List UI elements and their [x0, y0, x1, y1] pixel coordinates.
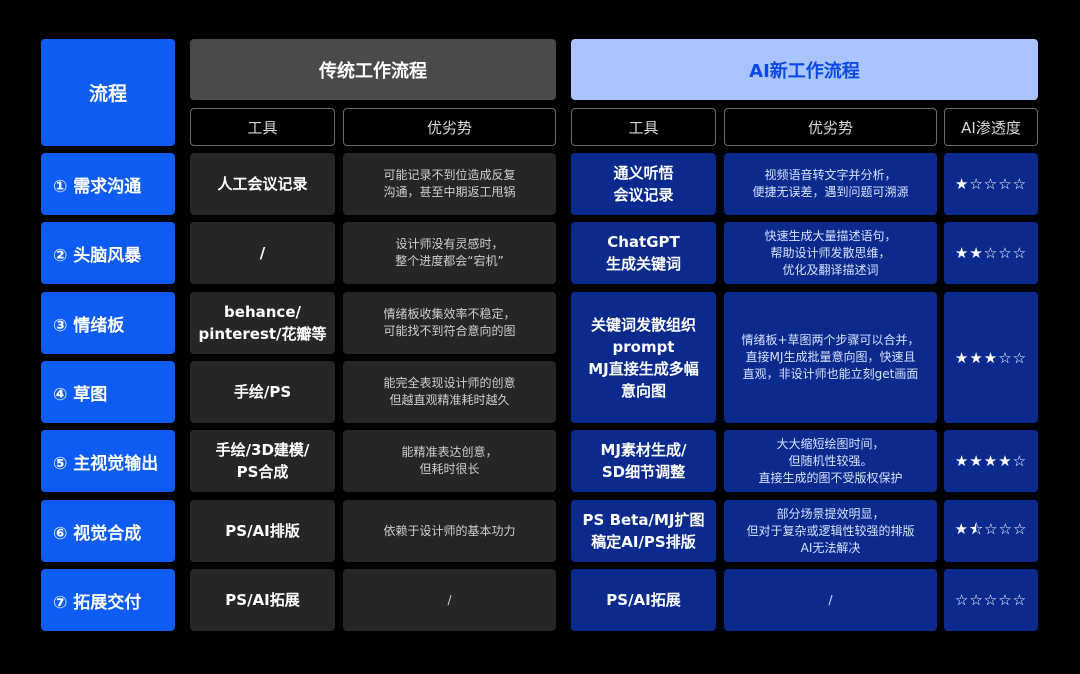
ai-tool-cell: ChatGPT 生成关键词	[571, 222, 716, 284]
step-extension-delivery: ⑦ 拓展交付	[41, 569, 175, 631]
step-requirement-communication: ① 需求沟通	[41, 153, 175, 215]
ai-penetration-rating: ★☆☆☆☆	[944, 153, 1038, 215]
step-moodboard: ③ 情绪板	[41, 292, 175, 354]
ai-penetration-column-header: AI渗透度	[944, 108, 1038, 146]
ai-tool-cell-merged: 关键词发散组织 prompt MJ直接生成多幅 意向图	[571, 292, 716, 423]
ai-penetration-rating-merged: ★★★☆☆	[944, 292, 1038, 423]
trad-tool-cell: PS/AI排版	[190, 500, 335, 562]
trad-pros-cell: 能完全表现设计师的创意 但越直观精准耗时越久	[343, 361, 556, 423]
trad-pros-cell: 可能记录不到位造成反复 沟通，甚至中期返工甩锅	[343, 153, 556, 215]
ai-pros-cell: /	[724, 569, 937, 631]
ai-tool-column-header: 工具	[571, 108, 716, 146]
ai-tool-cell: 通义听悟 会议记录	[571, 153, 716, 215]
trad-pros-cell: /	[343, 569, 556, 631]
step-sketch: ④ 草图	[41, 361, 175, 423]
ai-penetration-rating: ★★☆☆☆	[944, 222, 1038, 284]
ai-tool-cell: PS/AI拓展	[571, 569, 716, 631]
trad-tool-cell: 人工会议记录	[190, 153, 335, 215]
ai-tool-cell: MJ素材生成/ SD细节调整	[571, 430, 716, 492]
ai-workflow-header: AI新工作流程	[571, 39, 1038, 100]
trad-pros-cell: 依赖于设计师的基本功力	[343, 500, 556, 562]
step-key-visual-output: ⑤ 主视觉输出	[41, 430, 175, 492]
trad-tool-cell: /	[190, 222, 335, 284]
ai-pros-cell: 视频语音转文字并分析， 便捷无误差，遇到问题可溯源	[724, 153, 937, 215]
ai-pros-cell: 大大缩短绘图时间， 但随机性较强。 直接生成的图不受版权保护	[724, 430, 937, 492]
trad-pros-cell: 情绪板收集效率不稳定， 可能找不到符合意向的图	[343, 292, 556, 354]
process-header: 流程	[41, 39, 175, 146]
trad-pros-column-header: 优劣势	[343, 108, 556, 146]
ai-tool-cell: PS Beta/MJ扩图 稿定AI/PS排版	[571, 500, 716, 562]
trad-tool-cell: behance/ pinterest/花瓣等	[190, 292, 335, 354]
step-visual-composition: ⑥ 视觉合成	[41, 500, 175, 562]
trad-pros-cell: 能精准表达创意， 但耗时很长	[343, 430, 556, 492]
ai-pros-column-header: 优劣势	[724, 108, 937, 146]
trad-pros-cell: 设计师没有灵感时， 整个进度都会“宕机”	[343, 222, 556, 284]
trad-tool-cell: 手绘/PS	[190, 361, 335, 423]
ai-pros-cell: 部分场景提效明显， 但对于复杂或逻辑性较强的排版 AI无法解决	[724, 500, 937, 562]
ai-pros-cell: 快速生成大量描述语句， 帮助设计师发散思维， 优化及翻译描述词	[724, 222, 937, 284]
workflow-comparison-table: 流程 传统工作流程 AI新工作流程 工具 优劣势 工具 优劣势 AI渗透度 ① …	[0, 0, 1080, 674]
step-brainstorm: ② 头脑风暴	[41, 222, 175, 284]
ai-penetration-rating: ☆☆☆☆☆	[944, 569, 1038, 631]
trad-tool-cell: 手绘/3D建模/ PS合成	[190, 430, 335, 492]
trad-tool-column-header: 工具	[190, 108, 335, 146]
ai-penetration-rating: ★★★★☆	[944, 430, 1038, 492]
trad-tool-cell: PS/AI拓展	[190, 569, 335, 631]
ai-pros-cell-merged: 情绪板+草图两个步骤可以合并， 直接MJ生成批量意向图，快速且 直观，非设计师也…	[724, 292, 937, 423]
traditional-workflow-header: 传统工作流程	[190, 39, 556, 100]
ai-penetration-rating: ★⯪☆☆☆	[944, 500, 1038, 562]
